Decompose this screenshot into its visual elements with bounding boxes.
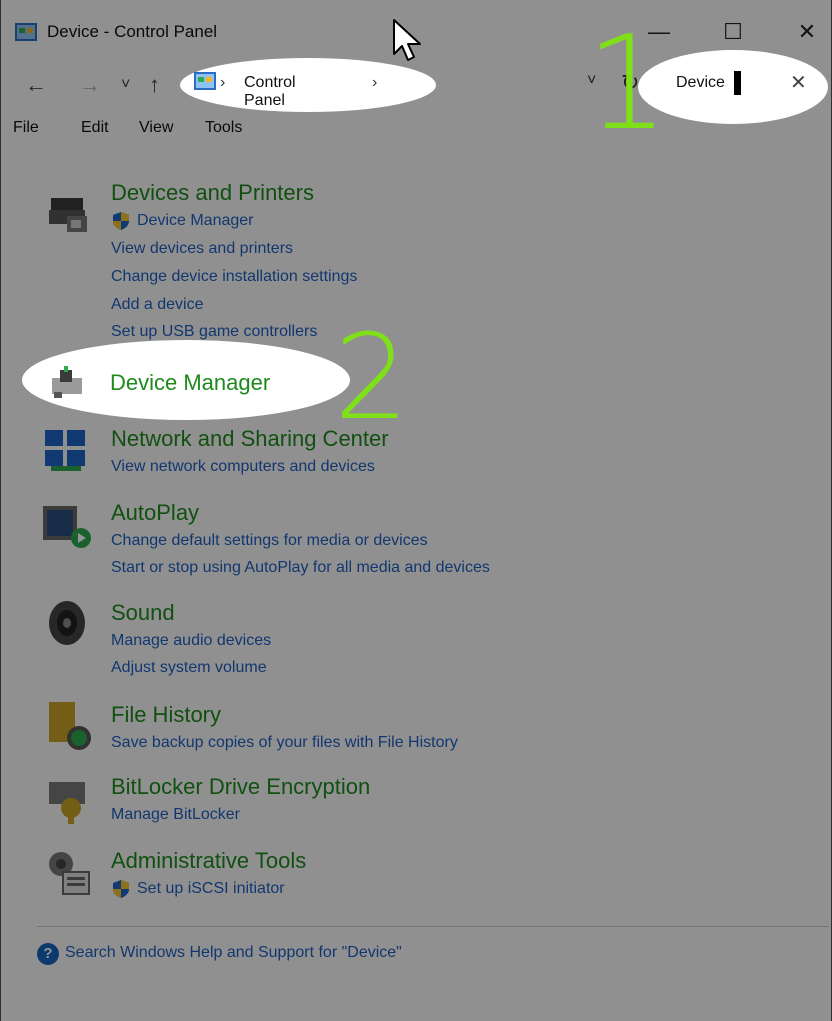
clear-search-button[interactable]: ✕ bbox=[790, 70, 807, 95]
category-bitlocker-drive-encryption[interactable]: BitLocker Drive Encryption bbox=[111, 774, 370, 800]
category-autoplay[interactable]: AutoPlay bbox=[111, 500, 199, 526]
category-file-history[interactable]: File History bbox=[111, 702, 221, 728]
recent-locations-button[interactable]: ˅ bbox=[121, 72, 130, 98]
step-1-annotation: 1 bbox=[586, 7, 669, 159]
task-device-manager[interactable]: Device Manager bbox=[137, 212, 254, 230]
task-view-network-computers-and-devices[interactable]: View network computers and devices bbox=[111, 458, 375, 476]
administrative-tools-icon bbox=[49, 852, 90, 895]
menu-tools[interactable]: Tools bbox=[205, 119, 242, 137]
task-start-or-stop-autoplay[interactable]: Start or stop using AutoPlay for all med… bbox=[111, 559, 490, 577]
task-save-backup-copies[interactable]: Save backup copies of your files with Fi… bbox=[111, 734, 458, 752]
uac-shield-icon bbox=[113, 880, 129, 898]
task-change-default-settings-for-media[interactable]: Change default settings for media or dev… bbox=[111, 532, 428, 550]
breadcrumb-separator[interactable]: › bbox=[220, 74, 225, 92]
text-caret bbox=[734, 71, 741, 95]
address-bar-highlight[interactable] bbox=[180, 58, 436, 112]
breadcrumb-separator[interactable]: › bbox=[372, 74, 377, 92]
close-button[interactable]: ✕ bbox=[785, 18, 829, 46]
task-view-devices-and-printers[interactable]: View devices and printers bbox=[111, 240, 293, 258]
menu-edit[interactable]: Edit bbox=[81, 119, 109, 137]
back-button[interactable]: ← bbox=[25, 72, 47, 98]
autoplay-icon bbox=[43, 506, 91, 548]
search-input[interactable] bbox=[676, 72, 766, 94]
window-title: Device - Control Panel bbox=[47, 22, 218, 41]
file-history-icon bbox=[49, 702, 91, 750]
uac-shield-icon bbox=[113, 212, 129, 230]
device-manager-icon bbox=[52, 366, 82, 398]
task-set-up-usb-game-controllers[interactable]: Set up USB game controllers bbox=[111, 323, 317, 341]
task-set-up-iscsi-initiator[interactable]: Set up iSCSI initiator bbox=[137, 880, 285, 898]
category-administrative-tools[interactable]: Administrative Tools bbox=[111, 848, 306, 874]
printer-icon bbox=[49, 198, 87, 232]
task-change-device-installation-settings[interactable]: Change device installation settings bbox=[111, 268, 357, 286]
category-devices-and-printers[interactable]: Devices and Printers bbox=[111, 180, 314, 206]
speaker-icon bbox=[49, 601, 85, 645]
help-icon: ? bbox=[37, 943, 59, 965]
task-manage-audio-devices[interactable]: Manage audio devices bbox=[111, 632, 271, 650]
menu-view[interactable]: View bbox=[139, 119, 173, 137]
forward-button[interactable]: → bbox=[79, 72, 101, 98]
breadcrumb-control-panel[interactable]: Control Panel bbox=[244, 74, 296, 110]
mouse-pointer-icon bbox=[393, 19, 421, 61]
control-panel-icon bbox=[15, 23, 37, 41]
control-panel-window: Device - Control Panel — ☐ ✕ ← → ˅ ↑ › C… bbox=[0, 0, 832, 1021]
help-search-link[interactable]: Search Windows Help and Support for "Dev… bbox=[65, 944, 402, 962]
divider bbox=[37, 926, 829, 927]
task-add-a-device[interactable]: Add a device bbox=[111, 296, 204, 314]
task-adjust-system-volume[interactable]: Adjust system volume bbox=[111, 659, 267, 677]
network-icon bbox=[45, 430, 85, 471]
category-sound[interactable]: Sound bbox=[111, 600, 175, 626]
task-manage-bitlocker[interactable]: Manage BitLocker bbox=[111, 806, 240, 824]
step-2-annotation: 2 bbox=[334, 308, 410, 446]
category-device-manager[interactable]: Device Manager bbox=[110, 370, 270, 396]
up-button[interactable]: ↑ bbox=[149, 72, 160, 98]
control-panel-icon bbox=[194, 72, 216, 90]
maximize-button[interactable]: ☐ bbox=[711, 18, 755, 46]
menu-file[interactable]: File bbox=[13, 119, 39, 137]
bitlocker-icon bbox=[49, 782, 85, 824]
